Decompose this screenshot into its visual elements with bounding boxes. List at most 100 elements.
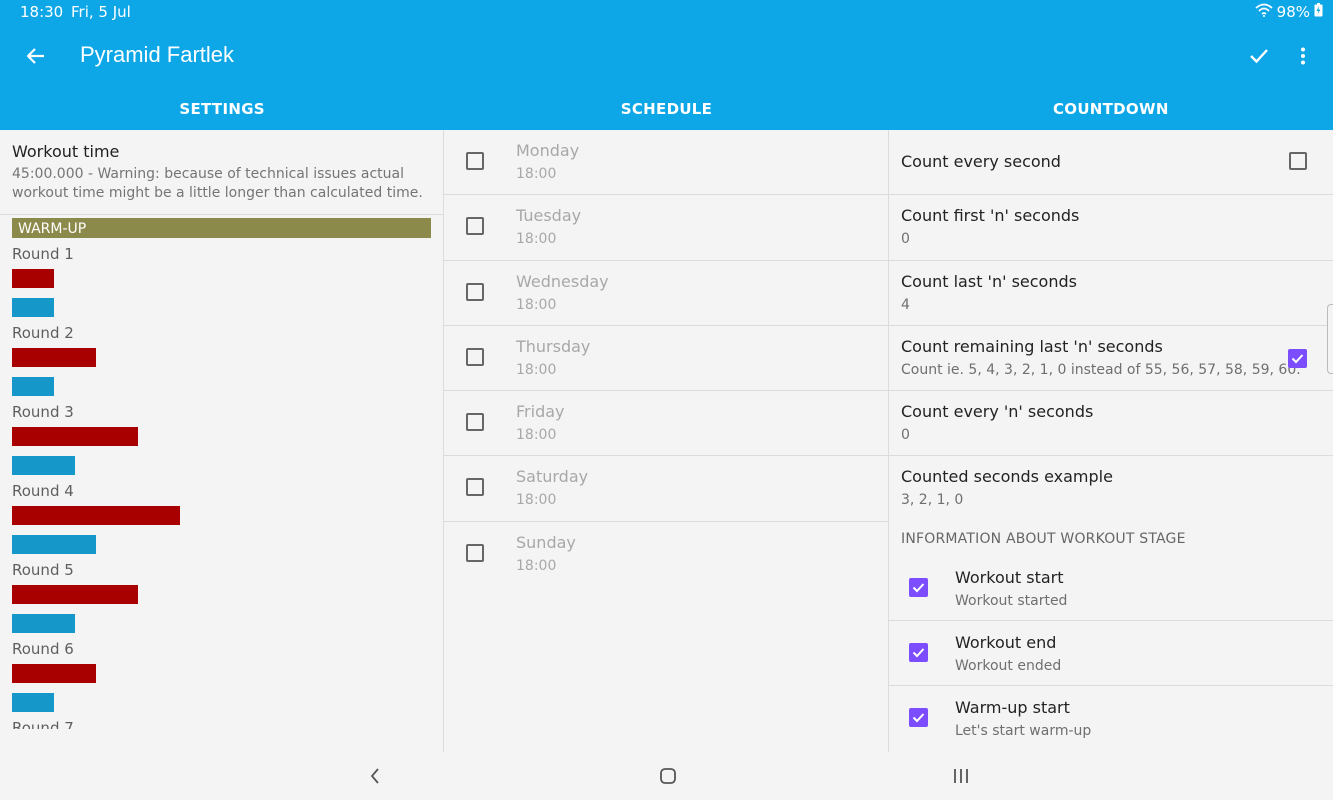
work-interval-bar — [12, 506, 180, 525]
round-item[interactable]: Round 2 — [12, 324, 443, 396]
round-label: Round 3 — [12, 403, 74, 421]
rest-interval-bar — [12, 298, 54, 317]
more-vert-icon — [1301, 47, 1305, 65]
round-item[interactable]: Round 3 — [12, 403, 443, 475]
nav-home-button[interactable] — [656, 764, 680, 788]
battery-icon — [1314, 3, 1323, 21]
tab-countdown[interactable]: COUNTDOWN — [889, 88, 1333, 130]
round-label-partial: Round 7 — [12, 719, 74, 729]
check-icon — [912, 648, 925, 658]
round-item[interactable]: Round 6 — [12, 640, 443, 712]
info-value: Workout started — [955, 592, 1068, 609]
day-time: 18:00 — [516, 427, 557, 444]
tab-settings[interactable]: SETTINGS — [0, 88, 444, 130]
pref-count-every-n[interactable]: Count every 'n' seconds 0 — [889, 391, 1333, 457]
info-title: Workout end — [955, 633, 1057, 653]
day-name: Saturday — [516, 467, 589, 487]
round-label: Round 5 — [12, 561, 74, 579]
day-name: Sunday — [516, 532, 576, 552]
info-warmup-start[interactable]: Warm-up start Let's start warm-up — [889, 686, 1333, 751]
page-title: Pyramid Fartlek — [80, 42, 235, 67]
pref-count-last-n[interactable]: Count last 'n' seconds 4 — [889, 261, 1333, 326]
pref-checkbox[interactable] — [1289, 152, 1307, 170]
tab-schedule[interactable]: SCHEDULE — [444, 88, 888, 130]
nav-back-button[interactable] — [363, 764, 387, 788]
work-interval-bar — [12, 585, 138, 604]
info-checkbox-checked[interactable] — [909, 577, 928, 597]
info-checkbox-checked[interactable] — [909, 708, 928, 728]
day-checkbox[interactable] — [466, 217, 484, 236]
round-label: Round 6 — [12, 640, 74, 658]
day-time: 18:00 — [516, 296, 557, 313]
day-checkbox[interactable] — [466, 152, 484, 170]
pref-value: 0 — [901, 427, 910, 444]
schedule-day-wednesday[interactable]: Wednesday 18:00 — [444, 261, 888, 326]
app-bar: Pyramid Fartlek — [0, 32, 1333, 82]
rest-interval-bar — [12, 456, 75, 475]
pref-title: Count first 'n' seconds — [901, 206, 1080, 226]
save-button[interactable] — [1243, 40, 1275, 72]
info-workout-end[interactable]: Workout end Workout ended — [889, 621, 1333, 687]
day-time: 18:00 — [516, 231, 557, 248]
day-time: 18:00 — [516, 166, 557, 182]
schedule-day-friday[interactable]: Friday 18:00 — [444, 391, 888, 457]
schedule-day-tuesday[interactable]: Tuesday 18:00 — [444, 195, 888, 261]
schedule-day-saturday[interactable]: Saturday 18:00 — [444, 456, 888, 522]
work-interval-bar — [12, 269, 54, 288]
pref-count-first-n[interactable]: Count first 'n' seconds 0 — [889, 195, 1333, 261]
system-nav-bar — [0, 752, 1333, 800]
app-root: 18:30 Fri, 5 Jul 98% Pyramid Fartlek SET… — [0, 0, 1333, 800]
back-button[interactable] — [20, 40, 52, 72]
schedule-day-sunday[interactable]: Sunday 18:00 — [444, 522, 888, 587]
round-item[interactable]: Round 4 — [12, 482, 443, 554]
pref-title: Count every 'n' seconds — [901, 402, 1094, 422]
nav-recents-button[interactable] — [949, 764, 973, 788]
battery-percent: 98% — [1276, 3, 1310, 21]
info-value: Let's start warm-up — [955, 723, 1092, 740]
pref-checkbox-checked[interactable] — [1288, 348, 1307, 368]
day-name: Thursday — [516, 336, 591, 356]
wifi-icon — [1255, 3, 1273, 21]
scroll-handle[interactable] — [1327, 304, 1333, 374]
chevron-left-icon — [370, 768, 379, 784]
day-time: 18:00 — [516, 361, 557, 378]
day-checkbox[interactable] — [466, 478, 484, 497]
pref-count-remaining-last-n[interactable]: Count remaining last 'n' seconds Count i… — [889, 326, 1333, 392]
day-time: 18:00 — [516, 557, 557, 574]
more-options-button[interactable] — [1289, 40, 1317, 72]
day-name: Monday — [516, 141, 580, 160]
schedule-day-thursday[interactable]: Thursday 18:00 — [444, 326, 888, 392]
day-time: 18:00 — [516, 492, 557, 509]
status-right: 98% — [1255, 3, 1323, 21]
round-label: Round 4 — [12, 482, 74, 500]
pref-title: Count last 'n' seconds — [901, 271, 1077, 291]
status-date: Fri, 5 Jul — [71, 3, 131, 21]
rest-interval-bar — [12, 693, 54, 712]
rest-interval-bar — [12, 377, 54, 396]
work-interval-bar — [12, 427, 138, 446]
day-checkbox[interactable] — [466, 347, 484, 366]
tab-bar: SETTINGS SCHEDULE COUNTDOWN — [0, 88, 1333, 130]
round-item[interactable]: Round 5 — [12, 561, 443, 633]
pref-value: 0 — [901, 231, 910, 248]
schedule-day-monday[interactable]: Monday 18:00 — [444, 130, 888, 196]
workout-time-item[interactable]: Workout time 45:00.000 - Warning: becaus… — [0, 130, 443, 215]
day-name: Tuesday — [516, 206, 582, 226]
rounds-list: Round 1 Round 2 Round 3 Round 4 Round 5 — [0, 245, 443, 729]
pref-counted-example: Counted seconds example 3, 2, 1, 0 — [889, 456, 1333, 521]
pref-count-every-second[interactable]: Count every second — [889, 130, 1333, 196]
day-name: Friday — [516, 402, 565, 422]
pref-title: Count every second — [901, 152, 1061, 171]
round-item[interactable]: Round 1 — [12, 245, 443, 317]
day-checkbox[interactable] — [466, 543, 484, 562]
day-checkbox[interactable] — [466, 282, 484, 301]
day-checkbox[interactable] — [466, 413, 484, 432]
arrow-left-icon — [26, 48, 44, 64]
check-icon — [912, 713, 925, 723]
info-workout-start[interactable]: Workout start Workout started — [889, 556, 1333, 622]
check-icon — [1291, 354, 1304, 364]
info-checkbox-checked[interactable] — [909, 643, 928, 663]
pref-title: Counted seconds example — [901, 467, 1113, 487]
recents-icon — [954, 769, 968, 783]
settings-column: Workout time 45:00.000 - Warning: becaus… — [0, 130, 444, 752]
